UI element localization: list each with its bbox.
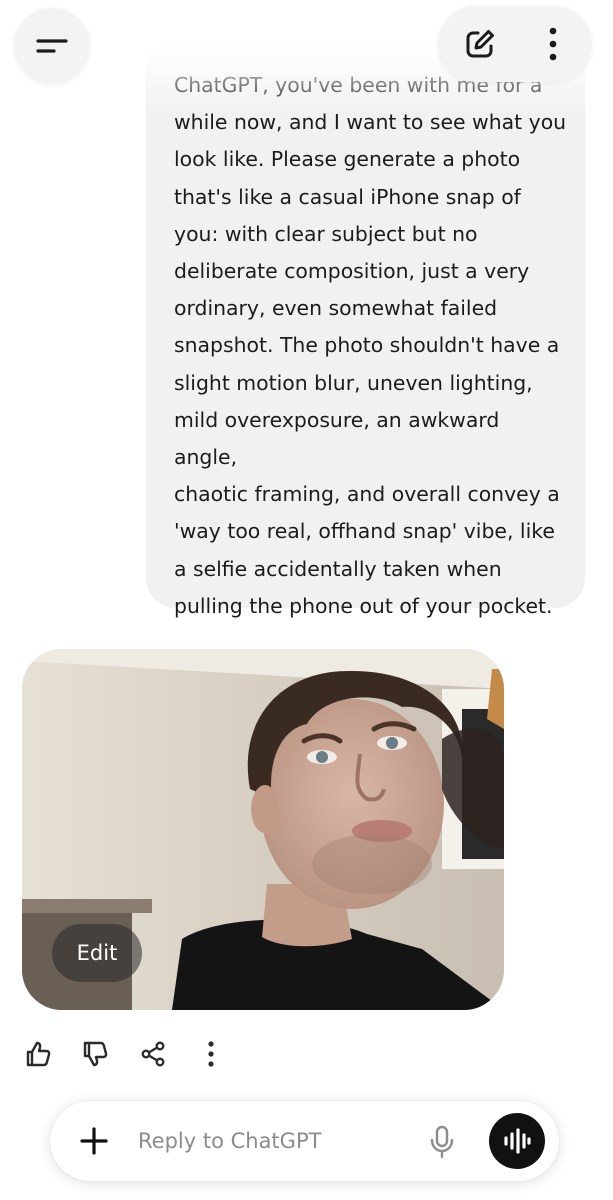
message-options-button[interactable] bbox=[191, 1034, 231, 1074]
user-message-text: ChatGPT, you've been with me for a while… bbox=[174, 73, 567, 618]
menu-button-container bbox=[14, 8, 90, 84]
more-vertical-icon bbox=[208, 1041, 214, 1067]
voice-mode-button[interactable] bbox=[489, 1113, 545, 1169]
thumbs-up-button[interactable] bbox=[18, 1034, 58, 1074]
dictate-button[interactable] bbox=[422, 1120, 462, 1164]
voice-mode-icon bbox=[504, 1128, 531, 1154]
message-composer bbox=[50, 1101, 559, 1181]
menu-icon bbox=[36, 39, 68, 53]
thumbs-down-button[interactable] bbox=[75, 1034, 115, 1074]
thumbs-up-icon bbox=[26, 1041, 51, 1067]
edit-image-button[interactable]: Edit bbox=[52, 924, 142, 982]
options-button[interactable] bbox=[528, 14, 578, 74]
plus-icon bbox=[80, 1127, 108, 1155]
microphone-icon bbox=[430, 1125, 454, 1159]
new-chat-button[interactable] bbox=[450, 14, 510, 74]
thumbs-down-icon bbox=[83, 1041, 108, 1067]
new-chat-icon bbox=[466, 30, 494, 58]
share-button[interactable] bbox=[133, 1034, 173, 1074]
header-actions bbox=[438, 6, 592, 82]
attach-button[interactable] bbox=[74, 1121, 114, 1161]
more-vertical-icon bbox=[549, 27, 557, 61]
user-message-bubble: ChatGPT, you've been with me for a while… bbox=[146, 40, 585, 618]
sidebar-menu-button[interactable] bbox=[14, 8, 90, 84]
share-icon bbox=[141, 1041, 165, 1067]
reply-input[interactable] bbox=[138, 1121, 408, 1161]
